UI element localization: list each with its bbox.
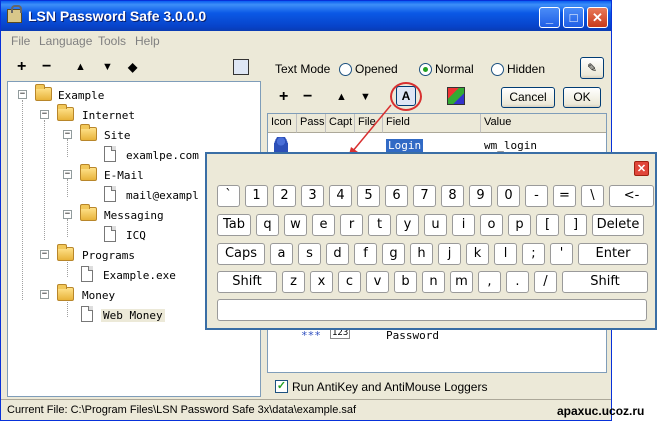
key-3-2-x[interactable]: x (310, 271, 333, 293)
key-3-3-c[interactable]: c (338, 271, 361, 293)
key-2-8-k[interactable]: k (466, 243, 489, 265)
key-0-14-3c2d[interactable]: <- (609, 185, 654, 207)
key-3-4-v[interactable]: v (366, 271, 389, 293)
watermark: apaxuc.ucoz.ru (557, 404, 645, 418)
key-1-6-y[interactable]: y (396, 214, 419, 236)
key-0-2-2[interactable]: 2 (273, 185, 296, 207)
key-0-0-60[interactable]: ` (217, 185, 240, 207)
key-1-12-5d[interactable]: ] (564, 214, 587, 236)
key-1-8-i[interactable]: i (452, 214, 475, 236)
key-1-11-5b[interactable]: [ (536, 214, 559, 236)
key-0-9-9[interactable]: 9 (469, 185, 492, 207)
key-0-8-8[interactable]: 8 (441, 185, 464, 207)
key-3-5-b[interactable]: b (394, 271, 417, 293)
key-0-12-3d[interactable]: = (553, 185, 576, 207)
key-2-4-f[interactable]: f (354, 243, 377, 265)
key-1-9-o[interactable]: o (480, 214, 503, 236)
key-2-3-d[interactable]: d (326, 243, 349, 265)
key-0-6-6[interactable]: 6 (385, 185, 408, 207)
key-2-0-caps[interactable]: Caps (217, 243, 265, 265)
key-0-4-4[interactable]: 4 (329, 185, 352, 207)
key-1-5-t[interactable]: t (368, 214, 391, 236)
key-0-10-0[interactable]: 0 (497, 185, 520, 207)
key-0-11-2d[interactable]: - (525, 185, 548, 207)
key-3-11-shift[interactable]: Shift (562, 271, 648, 293)
keyboard-input[interactable] (217, 299, 647, 321)
key-2-7-j[interactable]: j (438, 243, 461, 265)
key-0-5-5[interactable]: 5 (357, 185, 380, 207)
key-2-5-g[interactable]: g (382, 243, 405, 265)
key-2-11-27[interactable]: ' (550, 243, 573, 265)
key-2-2-s[interactable]: s (298, 243, 321, 265)
key-0-13-5c[interactable]: \ (581, 185, 604, 207)
key-1-2-w[interactable]: w (284, 214, 307, 236)
key-2-9-l[interactable]: l (494, 243, 517, 265)
key-2-1-a[interactable]: a (270, 243, 293, 265)
key-2-6-h[interactable]: h (410, 243, 433, 265)
key-3-7-m[interactable]: m (450, 271, 473, 293)
key-3-1-z[interactable]: z (282, 271, 305, 293)
key-0-3-3[interactable]: 3 (301, 185, 324, 207)
key-0-7-7[interactable]: 7 (413, 185, 436, 207)
key-2-10-3b[interactable]: ; (522, 243, 545, 265)
key-1-10-p[interactable]: p (508, 214, 531, 236)
key-1-3-e[interactable]: e (312, 214, 335, 236)
key-1-7-u[interactable]: u (424, 214, 447, 236)
key-3-0-shift[interactable]: Shift (217, 271, 277, 293)
key-2-12-enter[interactable]: Enter (578, 243, 648, 265)
virtual-keyboard: ✕ ` 1 2 3 4 5 6 7 8 9 0- = \ <- Tab q w e r t y u i o p[] Delete C… (205, 152, 657, 330)
key-0-1-1[interactable]: 1 (245, 185, 268, 207)
key-1-4-r[interactable]: r (340, 214, 363, 236)
key-1-13-delete[interactable]: Delete (592, 214, 644, 236)
key-3-8-2c[interactable]: , (478, 271, 501, 293)
keyboard-close-button[interactable]: ✕ (634, 161, 649, 176)
key-3-6-n[interactable]: n (422, 271, 445, 293)
key-3-9-2e[interactable]: . (506, 271, 529, 293)
key-1-1-q[interactable]: q (256, 214, 279, 236)
key-1-0-tab[interactable]: Tab (217, 214, 251, 236)
key-3-10-2f[interactable]: / (534, 271, 557, 293)
